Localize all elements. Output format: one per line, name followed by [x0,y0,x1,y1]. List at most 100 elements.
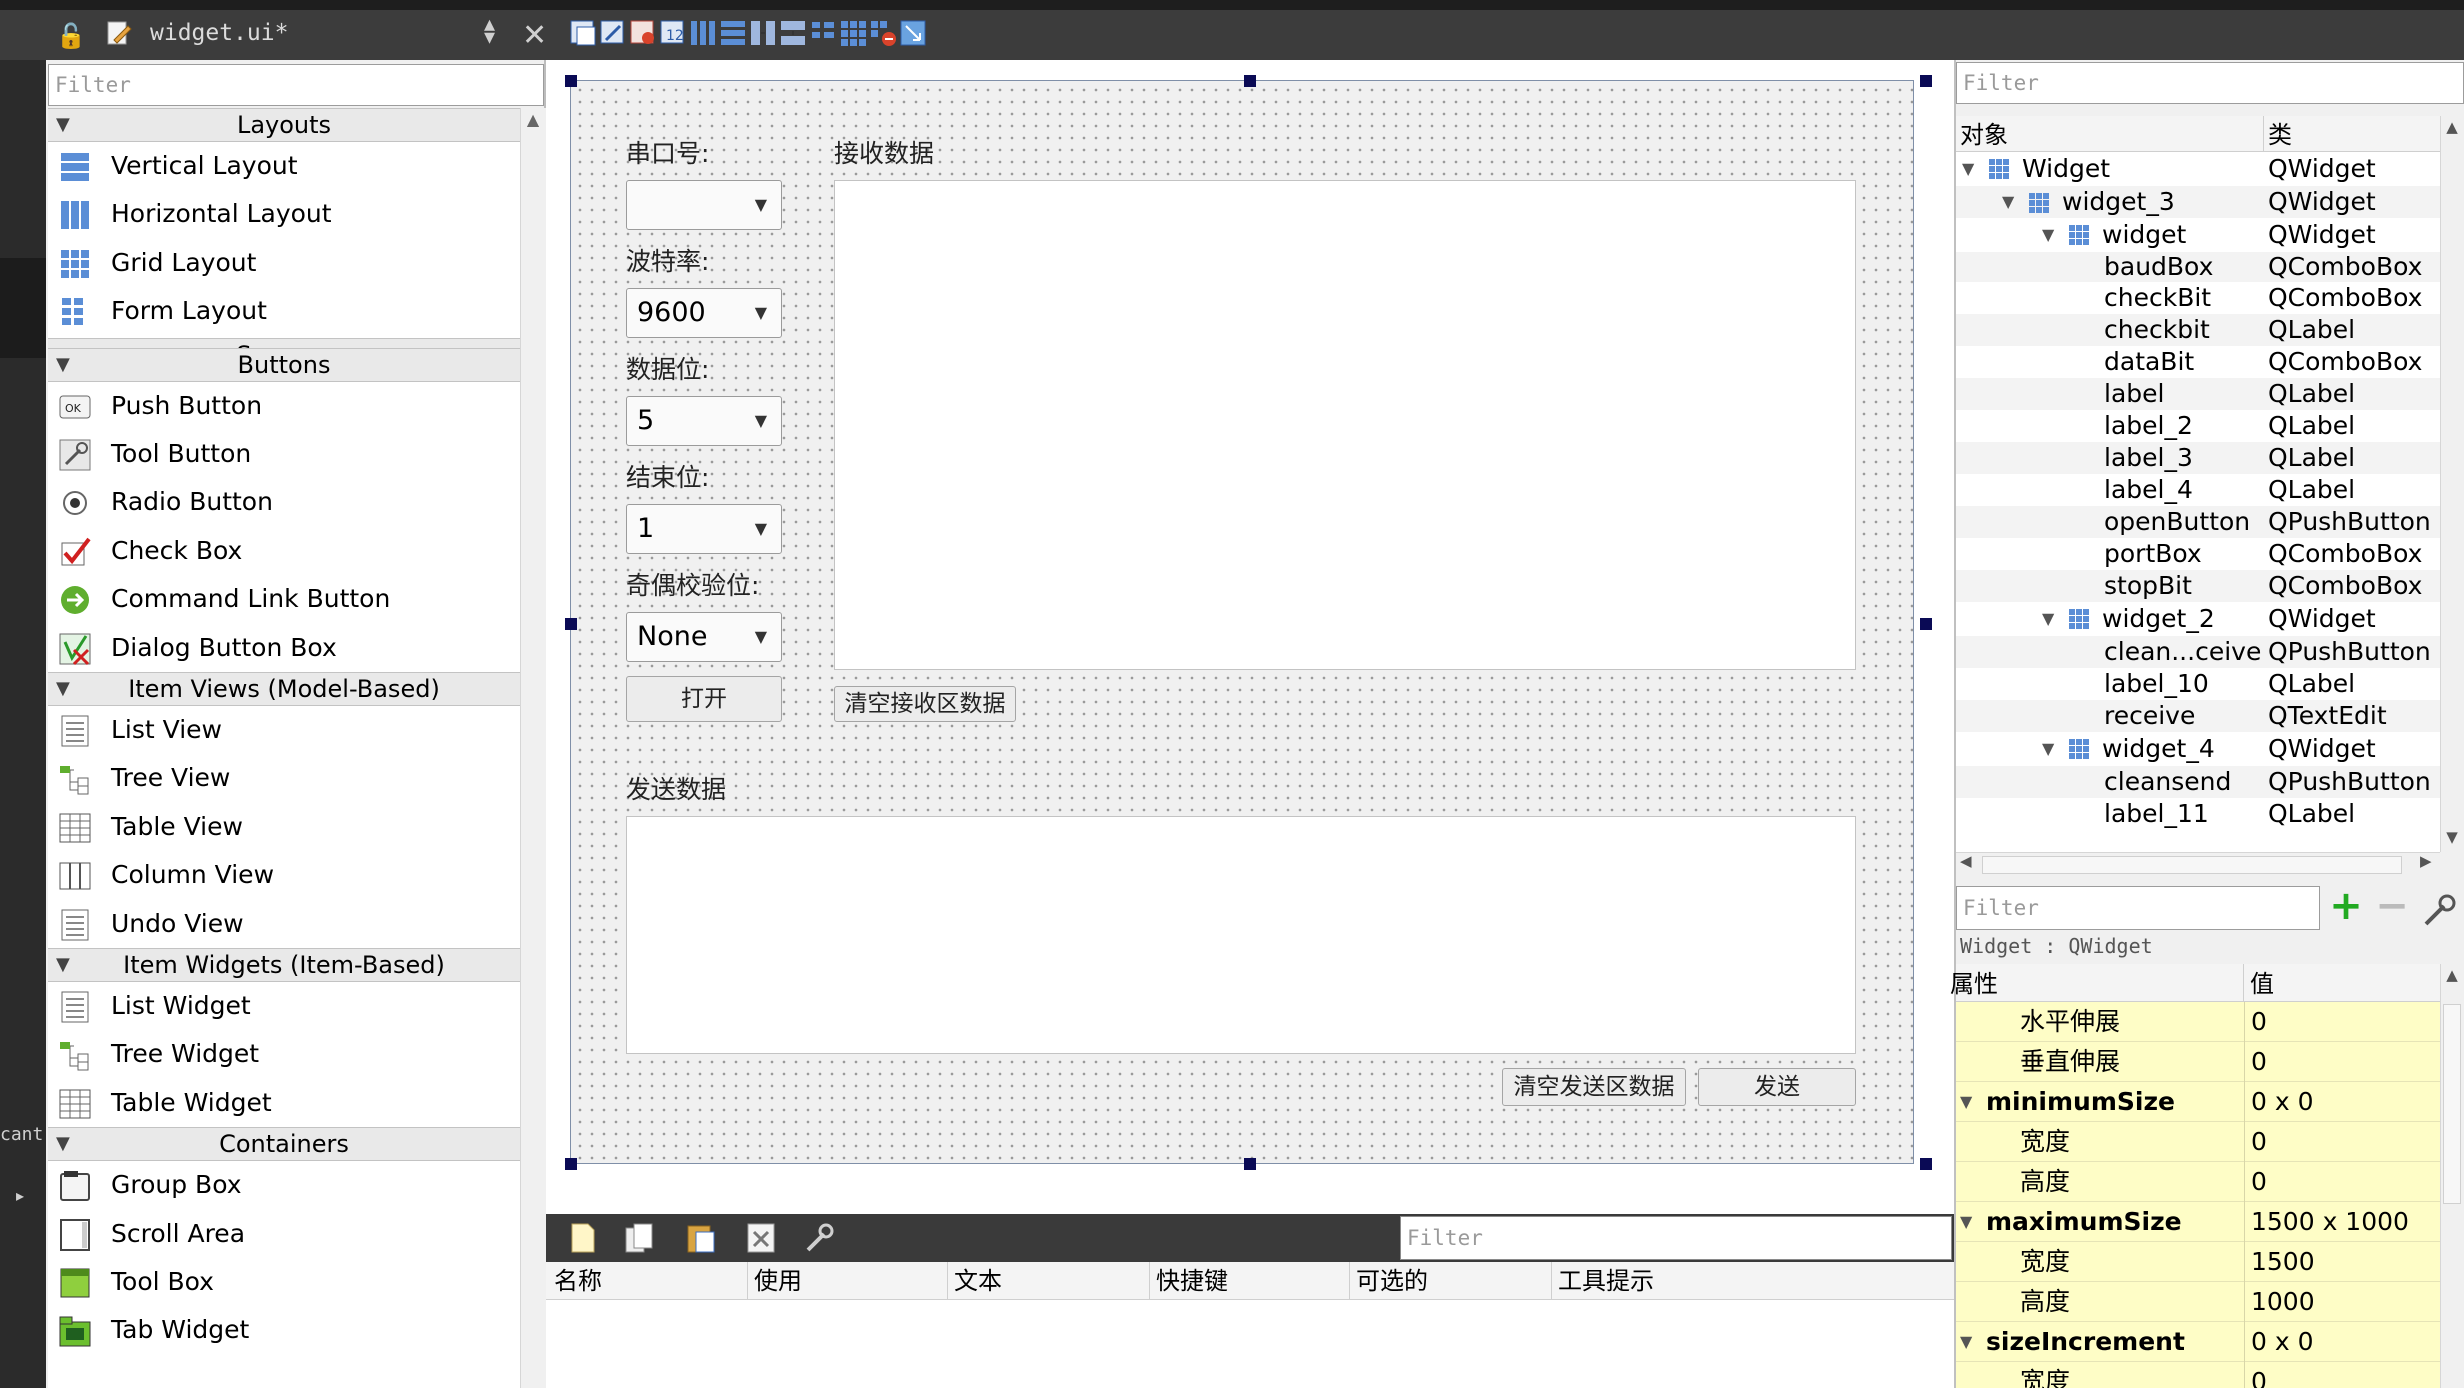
widget-box-filter-input[interactable]: Filter [48,64,544,106]
resize-handle[interactable] [1244,1158,1256,1170]
widget-box-scrollbar[interactable] [520,108,546,1388]
resize-handle[interactable] [1920,75,1932,87]
collapse-arrow-icon[interactable]: ▼ [56,349,70,381]
property-value[interactable]: 0 [2244,1122,2267,1162]
action-col-checkable[interactable]: 可选的 [1350,1262,1552,1300]
paste-action-icon[interactable] [684,1220,718,1256]
object-tree-row[interactable]: ▼ widget QWidget [1956,218,2440,252]
stop-bits-combobox[interactable]: 1 ▼ [626,504,782,554]
new-action-icon[interactable] [566,1220,600,1256]
category-item-widgets-item-based[interactable]: ▼ Item Widgets (Item-Based) [48,948,520,982]
scroll-up-arrow-icon[interactable]: ▲ [520,110,546,129]
collapse-arrow-icon[interactable]: ▼ [2042,218,2054,252]
parity-combobox[interactable]: None ▼ [626,612,782,662]
object-tree-row[interactable]: label_3 QLabel [1956,442,2440,474]
widget-item-table-widget[interactable]: Table Widget [48,1079,520,1127]
action-col-tooltip[interactable]: 工具提示 [1552,1262,1954,1300]
collapse-arrow-icon[interactable]: ▼ [56,1128,70,1160]
resize-handle[interactable] [1244,75,1256,87]
property-col-name[interactable]: 属性 [1950,964,2244,1002]
break-layout-icon[interactable] [868,18,898,48]
category-item-views-model-based[interactable]: ▼ Item Views (Model-Based) [48,672,520,706]
object-tree-row[interactable]: label_11 QLabel [1956,798,2440,830]
lock-icon[interactable]: 🔓 [56,22,86,50]
property-value[interactable]: 1000 [2244,1282,2315,1322]
widget-item-table-view[interactable]: Table View [48,803,520,851]
collapse-arrow-icon[interactable]: ▼ [1960,1322,1972,1362]
action-col-name[interactable]: 名称 [548,1262,748,1300]
configure-property-icon[interactable] [2420,890,2460,930]
vscroll-thumb[interactable] [2443,1004,2461,1204]
scroll-right-arrow-icon[interactable]: ▶ [2420,852,2432,870]
configure-action-icon[interactable] [802,1220,836,1256]
object-col-object[interactable]: 对象 [1956,116,2264,152]
object-col-class[interactable]: 类 [2264,116,2440,152]
action-col-used[interactable]: 使用 [748,1262,948,1300]
property-row[interactable]: 高度 1000 [1956,1282,2440,1322]
edit-tab-order-icon[interactable]: 12 [658,18,688,48]
property-value[interactable]: 0 x 0 [2244,1082,2314,1122]
object-tree-row[interactable]: clean...ceive QPushButton [1956,636,2440,668]
category-buttons[interactable]: ▼ Buttons [48,347,520,382]
object-inspector-filter-input[interactable]: Filter [1956,62,2464,104]
add-property-icon[interactable]: + [2326,886,2366,930]
expand-arrow-icon[interactable]: ▸ [16,1186,24,1205]
object-tree-row[interactable]: baudBox QComboBox [1956,252,2440,282]
object-tree-row[interactable]: cleansend QPushButton [1956,766,2440,798]
object-tree-row[interactable]: checkBit QComboBox [1956,282,2440,314]
property-col-value[interactable]: 值 [2246,964,2440,1002]
object-tree-scrollbar[interactable] [2440,116,2464,852]
collapse-arrow-icon[interactable]: ▼ [1962,152,1974,186]
copy-action-icon[interactable] [622,1220,656,1256]
object-tree-row[interactable]: ▼ widget_4 QWidget [1956,732,2440,766]
open-button[interactable]: 打开 [626,676,782,722]
collapse-arrow-icon[interactable]: ▼ [2002,186,2014,218]
resize-handle[interactable] [565,618,577,630]
widget-item-grid-layout[interactable]: Grid Layout [48,239,520,287]
object-tree-row[interactable]: receive QTextEdit [1956,700,2440,732]
property-row[interactable]: 高度 0 [1956,1162,2440,1202]
widget-item-list-view[interactable]: List View [48,706,520,754]
scroll-left-arrow-icon[interactable]: ◀ [1960,852,1972,870]
layout-form-icon[interactable] [808,18,838,48]
edit-buddies-icon[interactable] [628,18,658,48]
widget-item-push-button[interactable]: OK Push Button [48,382,520,430]
widget-item-scroll-area[interactable]: Scroll Area [48,1210,520,1258]
layout-splitter-v-icon[interactable] [778,18,808,48]
widget-item-tree-widget[interactable]: Tree Widget [48,1030,520,1078]
property-row[interactable]: ▼ sizeIncrement 0 x 0 [1956,1322,2440,1362]
object-tree-row[interactable]: label_10 QLabel [1956,668,2440,700]
hscroll-thumb[interactable] [1982,856,2402,874]
property-row[interactable]: 垂直伸展 0 [1956,1042,2440,1082]
collapse-arrow-icon[interactable]: ▼ [2042,602,2054,636]
widget-item-vertical-layout[interactable]: Vertical Layout [48,142,520,190]
widget-item-list-widget[interactable]: List Widget [48,982,520,1030]
collapse-arrow-icon[interactable]: ▼ [2042,732,2054,766]
collapse-arrow-icon[interactable]: ▼ [56,109,70,141]
remove-property-icon[interactable]: − [2372,886,2412,930]
widget-item-dialog-button-box[interactable]: Dialog Button Box [48,624,520,672]
object-tree-row[interactable]: ▼ Widget QWidget [1956,152,2440,186]
resize-handle[interactable] [565,1158,577,1170]
collapse-arrow-icon[interactable]: ▼ [1960,1202,1972,1242]
collapse-arrow-icon[interactable]: ▼ [1960,1082,1972,1122]
object-tree-row[interactable]: label_4 QLabel [1956,474,2440,506]
action-col-shortcut[interactable]: 快捷键 [1150,1262,1350,1300]
property-row[interactable]: 水平伸展 0 [1956,1002,2440,1042]
property-row[interactable]: ▼ minimumSize 0 x 0 [1956,1082,2440,1122]
object-tree-row[interactable]: label_2 QLabel [1956,410,2440,442]
object-tree-row[interactable]: portBox QComboBox [1956,538,2440,570]
object-tree-row[interactable]: checkbit QLabel [1956,314,2440,346]
baud-combobox[interactable]: 9600 ▼ [626,288,782,338]
edit-signals-slots-icon[interactable] [598,18,628,48]
widget-item-group-box[interactable]: Group Box [48,1161,520,1209]
collapse-arrow-icon[interactable]: ▼ [56,673,70,705]
property-value[interactable]: 0 [2244,1362,2267,1388]
data-bits-combobox[interactable]: 5 ▼ [626,396,782,446]
layout-horizontal-icon[interactable] [688,18,718,48]
widget-item-radio-button[interactable]: Radio Button [48,478,520,526]
object-tree-row[interactable]: ▼ widget_2 QWidget [1956,602,2440,636]
property-filter-input[interactable]: Filter [1956,886,2320,930]
port-combobox[interactable]: ▼ [626,180,782,230]
file-switch-updown-icon[interactable]: ▴ ▾ [484,14,495,49]
